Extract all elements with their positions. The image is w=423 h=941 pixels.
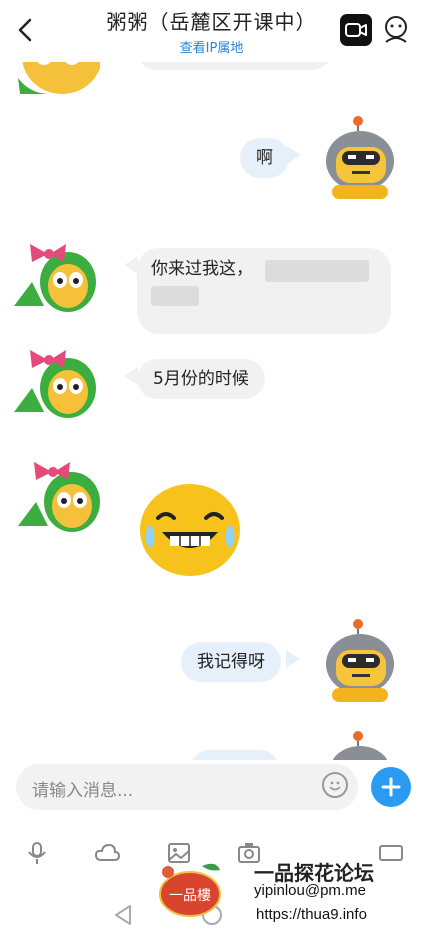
watermark-email: yipinlou@pm.me <box>254 882 366 899</box>
contact-avatar[interactable] <box>12 452 104 534</box>
message-input[interactable]: 请输入消息... <box>16 764 358 810</box>
bubble-tail <box>287 146 301 164</box>
message-bubble-outgoing[interactable]: 我记得呀 <box>181 642 281 682</box>
message-bubble-outgoing-partial[interactable] <box>190 750 280 760</box>
bubble-tail <box>124 256 138 274</box>
message-bubble-incoming[interactable]: 你来过我这， <box>137 248 391 334</box>
message-text: 我记得呀 <box>197 652 265 672</box>
watermark-url: https://thua9.info <box>256 906 367 923</box>
message-text: 啊 <box>256 148 273 168</box>
plus-button[interactable] <box>371 767 411 807</box>
mic-icon[interactable] <box>24 840 50 866</box>
chat-header: 粥粥（岳麓区开课中） 查看IP属地 <box>0 0 423 62</box>
chat-area[interactable]: 啊 你来过我这， 5月份的时候 我记得呀 <box>0 0 423 760</box>
video-call-icon <box>345 23 367 37</box>
bubble-tail <box>124 367 138 385</box>
user-avatar[interactable] <box>322 115 406 203</box>
message-input-placeholder: 请输入消息... <box>32 781 134 801</box>
message-text: 5月份的时候 <box>153 369 249 389</box>
plus-icon <box>381 777 401 797</box>
blurred-text <box>151 286 199 306</box>
laughing-emoji-sticker[interactable] <box>136 482 244 580</box>
profile-icon[interactable] <box>382 14 410 46</box>
gif-icon[interactable] <box>378 840 404 866</box>
message-text: 你来过我这， <box>151 259 253 279</box>
user-avatar[interactable] <box>322 618 406 706</box>
message-bubble-incoming[interactable]: 5月份的时候 <box>137 359 265 399</box>
video-call-button[interactable] <box>340 14 372 46</box>
blurred-text <box>265 260 369 282</box>
contact-avatar[interactable] <box>10 340 102 420</box>
bubble-tail <box>286 650 300 668</box>
user-avatar[interactable] <box>322 730 406 760</box>
emoji-icon[interactable] <box>322 772 348 798</box>
nav-back-icon[interactable] <box>112 903 136 927</box>
forum-logo-watermark: 一品樓 <box>159 863 221 917</box>
logo-text: 一品樓 <box>169 888 211 904</box>
cloud-icon[interactable] <box>94 840 120 866</box>
contact-avatar[interactable] <box>10 234 102 314</box>
message-bubble-outgoing[interactable]: 啊 <box>240 138 289 178</box>
emoji-face <box>329 781 341 791</box>
